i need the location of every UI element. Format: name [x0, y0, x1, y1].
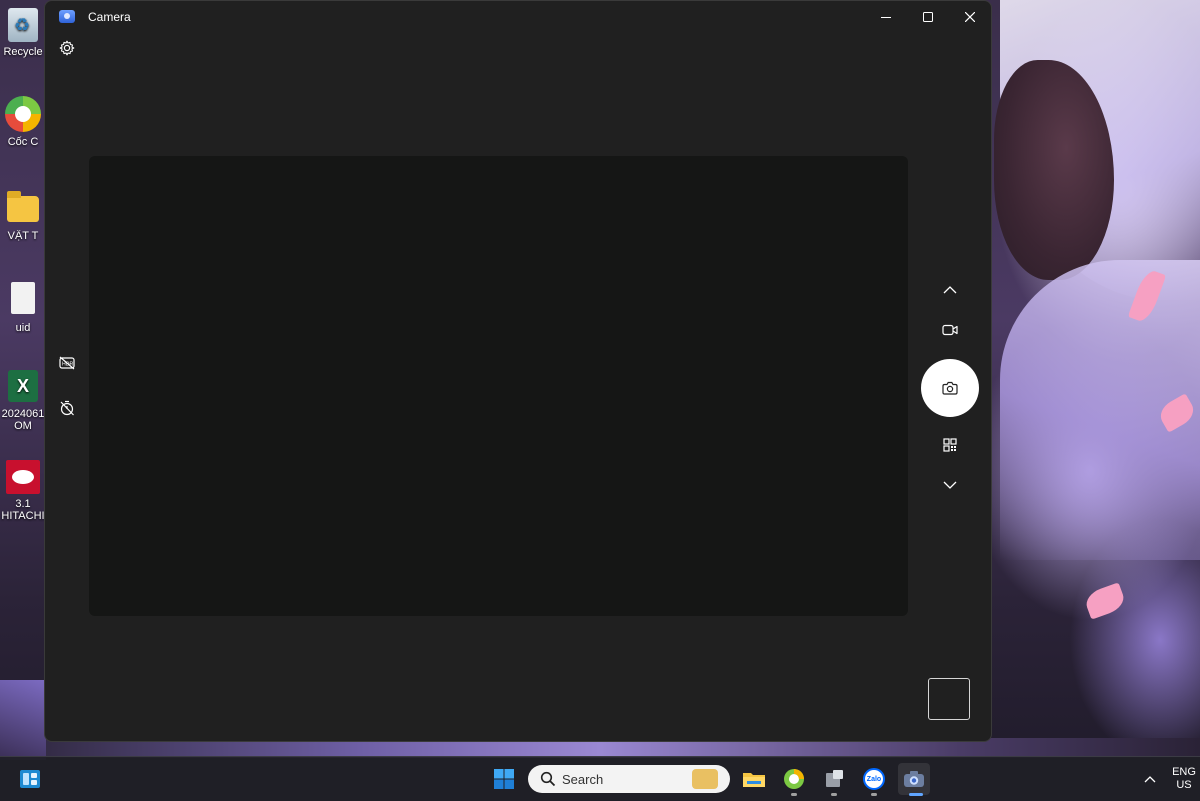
settings-button[interactable]: [51, 32, 83, 64]
show-hidden-icons-button[interactable]: [1134, 763, 1166, 795]
video-mode-button[interactable]: [934, 314, 966, 346]
recycle-bin-icon: [8, 8, 38, 42]
desktop-icon-label: 2024061: [1, 408, 45, 420]
taskbar-coccoc-browser[interactable]: [778, 763, 810, 795]
desktop-icon-label: OM: [14, 420, 32, 432]
chevron-down-icon: [943, 481, 957, 489]
hdr-toggle-button[interactable]: HDR: [51, 347, 83, 379]
briefcase-icon: [692, 769, 718, 789]
timer-off-icon: [60, 400, 74, 416]
desktop-icon-label: HITACHI: [1, 510, 45, 522]
widgets-button[interactable]: [14, 763, 46, 795]
desktop-icon-label: VẬT T: [7, 230, 39, 242]
app-icon: [826, 770, 843, 787]
gallery-thumbnail-button[interactable]: [928, 678, 970, 720]
taskbar-search-box[interactable]: Search: [528, 765, 730, 793]
search-icon: [540, 771, 556, 787]
active-indicator: [909, 793, 923, 796]
camera-icon: [904, 771, 924, 787]
zalo-icon: Zalo: [863, 768, 885, 790]
running-indicator: [871, 793, 877, 796]
window-title: Camera: [88, 10, 131, 24]
excel-icon: X: [8, 370, 38, 402]
chevron-up-icon: [1144, 776, 1156, 783]
chevron-up-icon: [943, 286, 957, 294]
hdr-off-icon: HDR: [59, 356, 75, 370]
desktop-icon-label: Cốc C: [7, 136, 39, 148]
camera-app-icon: [59, 10, 75, 23]
title-bar[interactable]: Camera: [45, 1, 991, 33]
start-icon: [494, 769, 514, 789]
coccoc-browser-icon: [784, 769, 804, 789]
file-icon: [11, 282, 35, 314]
folder-icon: [7, 191, 39, 222]
desktop-icon-coccoc[interactable]: Cốc C: [0, 96, 46, 148]
qr-scan-icon: [943, 438, 957, 452]
region-code: US: [1176, 779, 1192, 791]
maximize-icon: [923, 12, 933, 22]
language-indicator[interactable]: ENG US: [1168, 766, 1200, 792]
wallpaper-art: [0, 680, 46, 760]
desktop-icon-label: 3.1: [15, 498, 31, 510]
maximize-button[interactable]: [907, 1, 949, 33]
language-code: ENG: [1172, 766, 1196, 778]
desktop-icon-file[interactable]: uid: [0, 278, 46, 334]
camera-preview: [89, 156, 908, 616]
coccoc-icon: [5, 96, 41, 132]
minimize-button[interactable]: [865, 1, 907, 33]
hitachi-icon: [6, 460, 40, 494]
take-photo-button[interactable]: [921, 359, 979, 417]
desktop-icon-recycle-bin[interactable]: Recycle: [0, 8, 46, 58]
taskbar-file-explorer[interactable]: [738, 763, 770, 795]
taskbar-camera[interactable]: [898, 763, 930, 795]
desktop-icon-excel[interactable]: X 2024061 OM: [0, 366, 46, 432]
file-explorer-icon: [743, 773, 765, 787]
widgets-icon: [20, 770, 40, 788]
taskbar: Search Zalo ENG US: [0, 756, 1200, 801]
mode-up-button[interactable]: [934, 274, 966, 306]
desktop-icon-label: uid: [15, 322, 31, 334]
minimize-icon: [881, 17, 891, 18]
camera-window: Camera HDR: [44, 0, 992, 742]
start-button[interactable]: [488, 763, 520, 795]
mode-down-button[interactable]: [934, 469, 966, 501]
close-icon: [965, 12, 975, 22]
taskbar-app[interactable]: [818, 763, 850, 795]
running-indicator: [791, 793, 797, 796]
qr-scan-button[interactable]: [934, 429, 966, 461]
settings-icon: [59, 40, 75, 56]
photo-shutter-icon: [942, 381, 958, 395]
taskbar-zalo[interactable]: Zalo: [858, 763, 890, 795]
running-indicator: [831, 793, 837, 796]
video-mode-icon: [942, 324, 958, 336]
timer-button[interactable]: [51, 392, 83, 424]
search-placeholder: Search: [562, 771, 604, 787]
desktop-icon-folder[interactable]: VẬT T: [0, 190, 46, 242]
desktop-icon-hitachi[interactable]: 3.1 HITACHI: [0, 456, 46, 522]
close-button[interactable]: [949, 1, 991, 33]
desktop-icon-label: Recycle: [3, 46, 43, 58]
